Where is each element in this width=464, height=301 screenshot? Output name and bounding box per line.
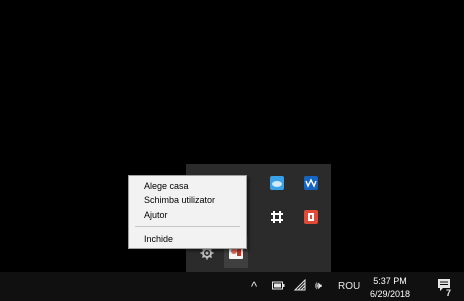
wave-app-icon[interactable] — [302, 174, 320, 192]
desktop: Alege casa Schimba utilizator Ajutor Inc… — [0, 0, 464, 301]
menu-item-ajutor[interactable]: Ajutor — [144, 210, 168, 221]
menu-separator — [135, 226, 240, 227]
clock-time[interactable]: 5:37 PM — [367, 276, 413, 286]
show-hidden-icons-chevron[interactable]: ^ — [251, 280, 257, 293]
menu-item-schimba-utilizator[interactable]: Schimba utilizator — [144, 195, 215, 206]
red-app-icon[interactable] — [302, 208, 320, 226]
taskbar: ^ 🕪 ROU 5:37 PM 6/29/2018 7 — [0, 272, 464, 301]
onedrive-icon[interactable] — [268, 174, 286, 192]
volume-icon[interactable]: 🕪 — [315, 280, 322, 292]
language-indicator[interactable]: ROU — [338, 281, 360, 293]
clock-date[interactable]: 6/29/2018 — [367, 289, 413, 299]
battery-icon[interactable] — [272, 281, 285, 294]
menu-item-inchide[interactable]: Inchide — [144, 234, 173, 245]
slack-icon[interactable] — [268, 208, 286, 226]
notification-count-badge: 7 — [446, 288, 452, 298]
wifi-icon[interactable] — [293, 278, 307, 295]
tray-context-menu: Alege casa Schimba utilizator Ajutor Inc… — [128, 175, 247, 249]
menu-item-alege-casa[interactable]: Alege casa — [144, 181, 189, 192]
